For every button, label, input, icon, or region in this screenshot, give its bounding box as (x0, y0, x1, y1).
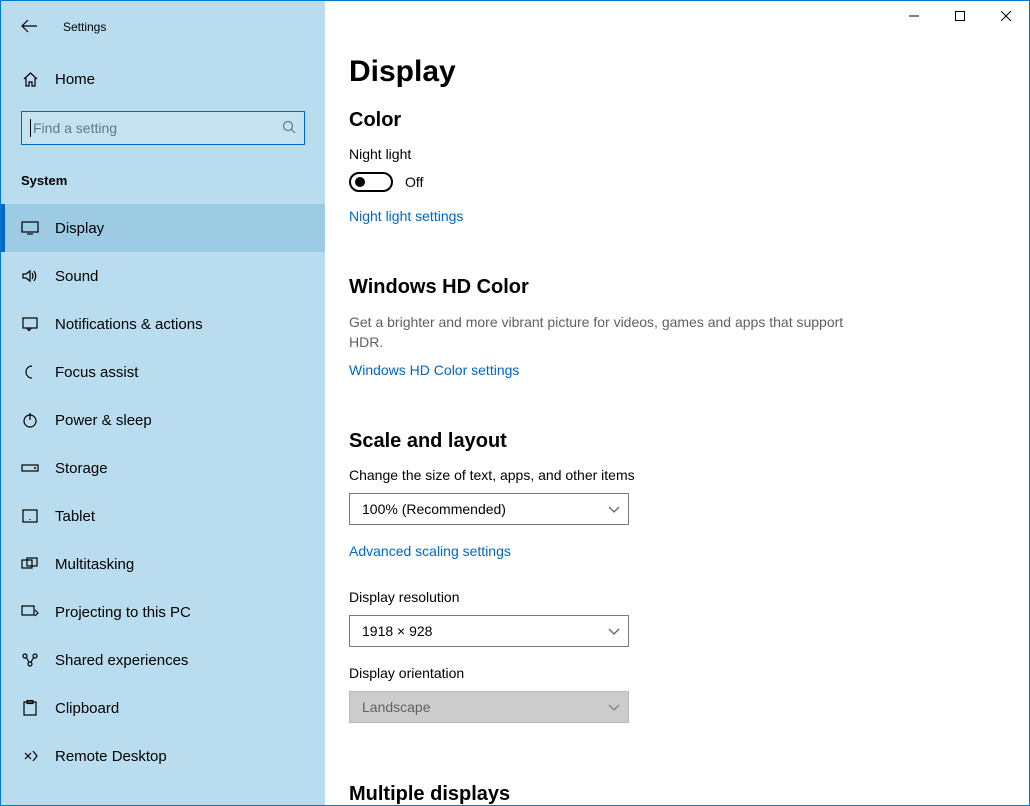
chevron-down-icon (608, 699, 620, 715)
sidebar-item-sound[interactable]: Sound (1, 252, 325, 300)
orientation-label: Display orientation (349, 665, 1029, 681)
sidebar-item-label: Projecting to this PC (55, 604, 191, 621)
content-area: Display Color Night light Off Night ligh… (325, 1, 1029, 805)
resolution-value: 1918 × 928 (362, 623, 432, 639)
project-icon (21, 605, 39, 619)
sidebar-item-clipboard[interactable]: Clipboard (1, 684, 325, 732)
sidebar-item-label: Remote Desktop (55, 748, 167, 765)
main-content: Display Color Night light Off Night ligh… (325, 1, 1029, 805)
resolution-label: Display resolution (349, 589, 1029, 605)
category-label: System (1, 173, 325, 188)
sidebar-item-label: Display (55, 220, 104, 237)
scale-size-label: Change the size of text, apps, and other… (349, 467, 1029, 483)
orientation-dropdown: Landscape (349, 691, 629, 723)
window-controls (891, 1, 1029, 31)
search-input-container[interactable] (21, 111, 305, 145)
notifications-icon (21, 317, 39, 331)
night-light-state: Off (405, 174, 423, 190)
night-light-toggle[interactable] (349, 172, 393, 192)
maximize-button[interactable] (937, 1, 983, 31)
search-icon (282, 120, 296, 137)
orientation-value: Landscape (362, 699, 431, 715)
nav-list: Display Sound Notifications & actions Fo… (1, 204, 325, 780)
text-cursor (30, 119, 31, 137)
sidebar-item-display[interactable]: Display (1, 204, 325, 252)
home-icon (21, 71, 39, 88)
sidebar-header: Settings (1, 1, 325, 41)
home-label: Home (55, 71, 95, 88)
sidebar-item-projecting[interactable]: Projecting to this PC (1, 588, 325, 636)
sidebar-item-focus-assist[interactable]: Focus assist (1, 348, 325, 396)
sidebar-item-label: Storage (55, 460, 108, 477)
chevron-down-icon (608, 501, 620, 517)
night-light-settings-link[interactable]: Night light settings (349, 208, 463, 224)
clipboard-icon (21, 700, 39, 716)
home-nav-item[interactable]: Home (1, 55, 325, 103)
hdcolor-description: Get a brighter and more vibrant picture … (349, 313, 849, 352)
section-hdcolor-heading: Windows HD Color (349, 276, 1029, 299)
sidebar-item-tablet[interactable]: Tablet (1, 492, 325, 540)
sound-icon (21, 269, 39, 283)
back-arrow-icon[interactable] (21, 17, 37, 38)
sidebar-item-label: Shared experiences (55, 652, 188, 669)
hdcolor-settings-link[interactable]: Windows HD Color settings (349, 362, 519, 378)
scale-size-dropdown[interactable]: 100% (Recommended) (349, 493, 629, 525)
resolution-dropdown[interactable]: 1918 × 928 (349, 615, 629, 647)
sidebar-item-label: Tablet (55, 508, 95, 525)
remote-icon (21, 749, 39, 763)
sidebar: Settings Home System Display Sound (1, 1, 325, 805)
toggle-knob (355, 177, 365, 187)
close-button[interactable] (983, 1, 1029, 31)
sidebar-item-label: Multitasking (55, 556, 134, 573)
multitasking-icon (21, 557, 39, 571)
sidebar-item-shared-experiences[interactable]: Shared experiences (1, 636, 325, 684)
sidebar-item-label: Power & sleep (55, 412, 152, 429)
moon-icon (21, 364, 39, 380)
tablet-icon (21, 509, 39, 523)
section-scale-heading: Scale and layout (349, 430, 1029, 453)
sidebar-item-multitasking[interactable]: Multitasking (1, 540, 325, 588)
advanced-scaling-link[interactable]: Advanced scaling settings (349, 543, 511, 559)
minimize-button[interactable] (891, 1, 937, 31)
storage-icon (21, 462, 39, 474)
sidebar-item-storage[interactable]: Storage (1, 444, 325, 492)
sidebar-item-remote-desktop[interactable]: Remote Desktop (1, 732, 325, 780)
scale-size-value: 100% (Recommended) (362, 501, 506, 517)
section-color-heading: Color (349, 109, 1029, 132)
display-icon (21, 221, 39, 235)
sidebar-item-label: Focus assist (55, 364, 138, 381)
shared-icon (21, 652, 39, 668)
sidebar-item-notifications[interactable]: Notifications & actions (1, 300, 325, 348)
page-title: Display (349, 55, 1029, 89)
app-title: Settings (63, 20, 106, 34)
search-input[interactable] (33, 120, 282, 136)
night-light-label: Night light (349, 146, 1029, 162)
sidebar-item-label: Notifications & actions (55, 316, 203, 333)
power-icon (21, 412, 39, 428)
sidebar-item-power-sleep[interactable]: Power & sleep (1, 396, 325, 444)
chevron-down-icon (608, 623, 620, 639)
sidebar-item-label: Clipboard (55, 700, 119, 717)
night-light-toggle-row: Off (349, 172, 1029, 192)
section-multiple-heading: Multiple displays (349, 783, 1029, 805)
sidebar-item-label: Sound (55, 268, 98, 285)
